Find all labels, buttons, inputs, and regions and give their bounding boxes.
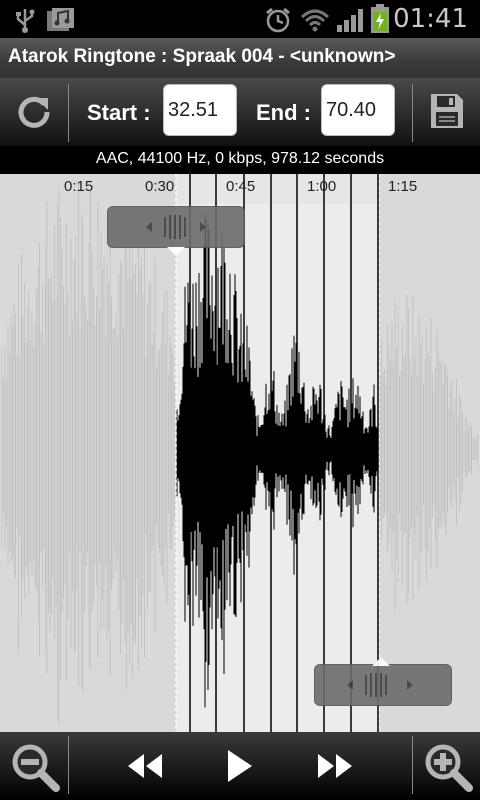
toolbar: Start : 32.51 End : 70.40 (0, 78, 480, 146)
usb-icon (16, 9, 35, 33)
timeline-tick: 0:15 (64, 178, 94, 195)
start-label: Start : (87, 100, 151, 125)
reset-button[interactable] (0, 78, 68, 146)
timeline-tick: 0:45 (226, 178, 256, 195)
zoom-out-icon (12, 744, 60, 792)
app-title: Atarok Ringtone : Spraak 004 - <unknown> (8, 46, 396, 67)
timeline-tick: 1:15 (388, 178, 418, 195)
play-button[interactable] (220, 744, 260, 788)
fast-forward-icon (318, 754, 352, 778)
battery-charging-icon (371, 4, 389, 33)
timeline-tick: 1:00 (307, 178, 337, 195)
zoom-in-icon (425, 744, 473, 792)
end-handle[interactable] (314, 657, 452, 706)
title-bar: Atarok Ringtone : Spraak 004 - <unknown> (0, 38, 480, 79)
play-icon (228, 750, 252, 782)
save-button[interactable] (413, 78, 480, 146)
waveform (0, 174, 480, 732)
media-notification-icon (47, 8, 74, 31)
start-handle-pointer (167, 247, 185, 256)
reset-icon (18, 96, 50, 128)
end-time-field[interactable]: 70.40 (321, 84, 395, 136)
end-label: End : (256, 100, 311, 125)
signal-icon (337, 9, 363, 32)
rewind-icon (128, 754, 162, 778)
wifi-icon (300, 9, 330, 32)
drag-grip-icon (146, 215, 206, 239)
file-info: AAC, 44100 Hz, 0 kbps, 978.12 seconds (0, 146, 480, 174)
playback-bar (0, 732, 480, 800)
start-handle[interactable] (107, 206, 245, 256)
start-time-field[interactable]: 32.51 (163, 84, 237, 136)
toolbar-divider (68, 84, 69, 142)
zoom-in-button[interactable] (413, 732, 480, 800)
drag-grip-icon (347, 673, 413, 697)
timeline-tick: 0:30 (145, 178, 175, 195)
zoom-out-button[interactable] (0, 732, 68, 800)
toolbar-divider (68, 736, 69, 794)
fast-forward-button[interactable] (308, 746, 362, 786)
save-icon (431, 94, 463, 128)
alarm-icon (266, 7, 290, 33)
status-bar: 01:41 (0, 0, 480, 38)
rewind-button[interactable] (118, 746, 172, 786)
end-handle-pointer (372, 657, 390, 666)
waveform-view[interactable]: 0:15 0:30 0:45 1:00 1:15 (0, 174, 480, 732)
status-clock: 01:41 (393, 4, 468, 34)
